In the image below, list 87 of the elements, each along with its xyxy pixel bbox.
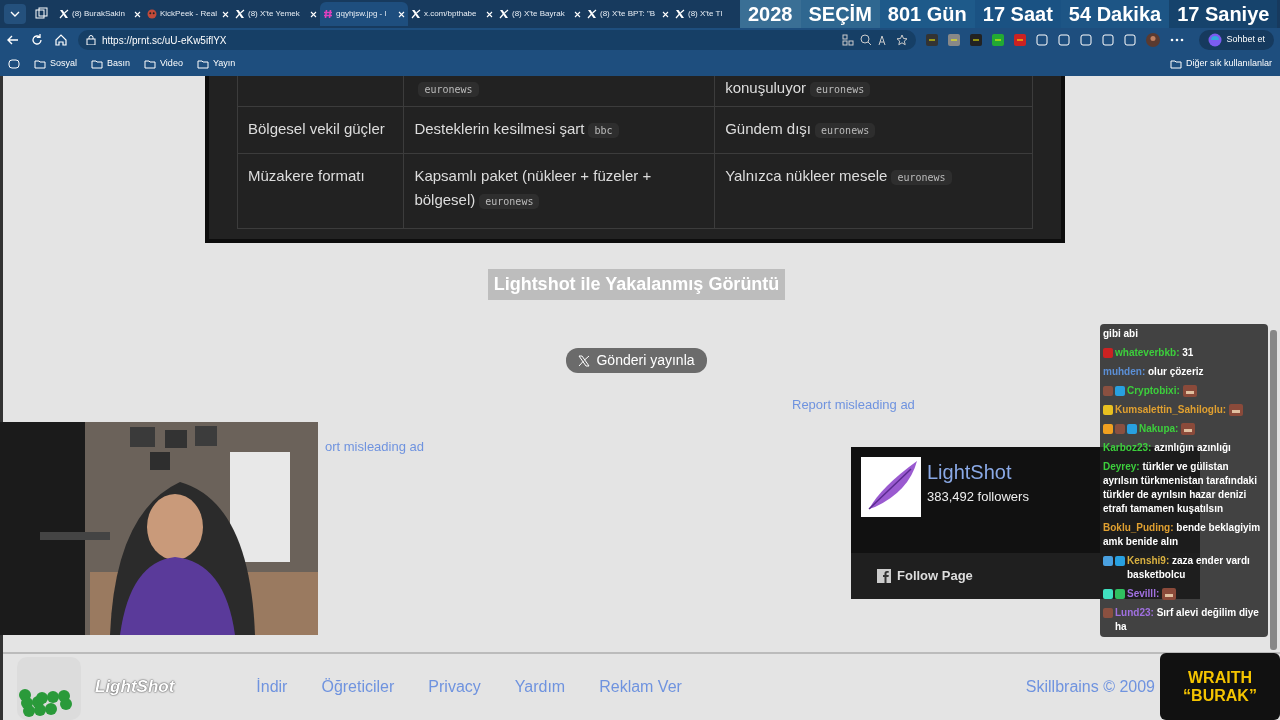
badge-text: WRAITH [1188, 668, 1252, 687]
close-icon[interactable] [662, 10, 669, 18]
back-icon[interactable] [6, 33, 20, 47]
page-name[interactable]: LightShot [927, 457, 1029, 487]
chevron-down-icon[interactable] [4, 4, 26, 24]
badge-text: “BURAK” [1183, 686, 1257, 705]
folder-icon [1169, 59, 1182, 69]
refresh-icon[interactable] [30, 33, 44, 47]
home-icon[interactable] [54, 33, 68, 47]
table-cell: Gündem dışı euronews [725, 117, 1022, 143]
close-icon[interactable] [310, 10, 317, 18]
star-icon[interactable] [896, 34, 908, 46]
chat-message: Karboz23: azınlığın azınlığı [1103, 441, 1231, 455]
table-cell: euronews [414, 76, 705, 102]
lock-icon [86, 35, 96, 45]
countdown-text: 2028 [740, 0, 801, 28]
browser-tab[interactable]: KickPeek - Real [144, 2, 232, 26]
x-logo-icon [587, 9, 597, 19]
table-cell: Yalnızca nükleer mesele euronews [725, 164, 1022, 190]
copilot-button[interactable]: Sohbet et [1199, 30, 1274, 50]
close-icon[interactable] [134, 10, 141, 18]
chat-message: Kenshi9: zaza ender vardı basketbolcu [1127, 554, 1251, 582]
collections-icon[interactable] [8, 59, 20, 69]
x-logo-icon [578, 354, 591, 367]
copilot-icon [1208, 33, 1223, 47]
follow-page-button[interactable]: Follow Page [871, 565, 979, 587]
hash-icon [323, 9, 333, 19]
close-icon[interactable] [486, 10, 493, 18]
folder-icon [196, 59, 209, 69]
folder-icon [34, 59, 46, 69]
follower-count: 383,492 followers [927, 488, 1029, 506]
folder-icon [144, 59, 157, 69]
address-bar[interactable]: https://prnt.sc/uU-eKw5iflYX [78, 30, 916, 50]
url-text: https://prnt.sc/uU-eKw5iflYX [102, 33, 228, 48]
folder-icon [91, 59, 103, 69]
chat-message: whateverbkb: 31 [1115, 346, 1194, 360]
table-cell-text: Müzakere formatı [248, 166, 366, 186]
chat-message: muhden: olur çözeriz [1103, 365, 1204, 379]
post-button[interactable]: Gönderi yayınla [566, 348, 707, 373]
countdown-text: 17 Saniye [1169, 0, 1278, 28]
chat-message: Cryptobixi: [1127, 384, 1180, 398]
chat-message: Lund23: Sırf alevi değilim diye ha [1115, 606, 1260, 634]
browser-tab[interactable]: (8) X'te Bayrak [496, 2, 584, 26]
avatar-icon[interactable] [1146, 33, 1160, 47]
chat-message: gibi abi [1103, 327, 1138, 341]
table-cell: konuşuluyor euronews [725, 76, 1022, 102]
table-cell-text: Bölgesel vekil güçler [248, 119, 386, 139]
countdown-text: 801 Gün [879, 0, 975, 28]
page-title: Lightshot ile Yakalanmış Görüntü [487, 269, 786, 300]
browser-tab[interactable]: gqyhjsw.jpg - l [320, 2, 408, 26]
skull-icon [147, 9, 157, 19]
zoom-icon[interactable] [860, 34, 872, 46]
chat-message: Kumsalettin_Sahiloglu: [1115, 403, 1227, 417]
table-cell: Desteklerin kesilmesi şart bbc [414, 117, 705, 143]
bookmark-item[interactable]: Yayın [196, 57, 236, 71]
chat-message: Deyrey: türkler ve gülistan ayrılsın türkmenistan tarafındaki türkler de ayrılsın hazar denizi etrafı tamamen kuşatılsın [1103, 460, 1258, 516]
close-icon[interactable] [222, 10, 229, 18]
browser-tab[interactable]: x.com/bpthabe [408, 2, 496, 26]
facebook-icon [877, 569, 891, 583]
x-logo-icon [499, 9, 509, 19]
x-logo-icon [59, 9, 69, 19]
bookmark-item[interactable]: Sosyal [34, 57, 77, 71]
bookmark-item[interactable]: Diğer sık kullanılanlar [1169, 57, 1272, 71]
bookmark-item[interactable]: Basın [91, 57, 131, 71]
feather-icon [861, 457, 921, 517]
countdown-text: SEÇİM [800, 0, 880, 28]
apps-icon[interactable] [842, 34, 854, 46]
chat-message: Boklu_Puding: bende beklagiyim amk benide alın [1103, 521, 1262, 549]
browser-tab[interactable]: (8) X'te BPT: "B [584, 2, 672, 26]
browser-tab[interactable]: (8) BurakSakin [56, 2, 144, 26]
close-icon[interactable] [398, 10, 405, 18]
x-logo-icon [235, 9, 245, 19]
table-cell-text: Kapsamlı paket (nükleer + füzeler + bölgesel) euronews [414, 166, 653, 211]
workspaces-icon[interactable] [34, 7, 48, 21]
chat-message: Nakupa: [1139, 422, 1179, 436]
chat-message: Sevilll: [1127, 587, 1160, 601]
x-logo-icon [411, 9, 421, 19]
countdown-text: 54 Dakika [1060, 0, 1170, 28]
close-icon[interactable] [574, 10, 581, 18]
site-logo[interactable]: LightShot [95, 674, 175, 700]
browser-tab[interactable]: (8) X'te Tl [672, 2, 726, 26]
copyright-text: Skillbrains © 2009 [1025, 677, 1155, 697]
countdown-text: 17 Saat [974, 0, 1061, 28]
bookmark-item[interactable]: Video [144, 57, 183, 71]
browser-tab[interactable]: (8) X'te Yemek [232, 2, 320, 26]
x-logo-icon [675, 9, 685, 19]
scrollbar[interactable] [1270, 330, 1277, 650]
